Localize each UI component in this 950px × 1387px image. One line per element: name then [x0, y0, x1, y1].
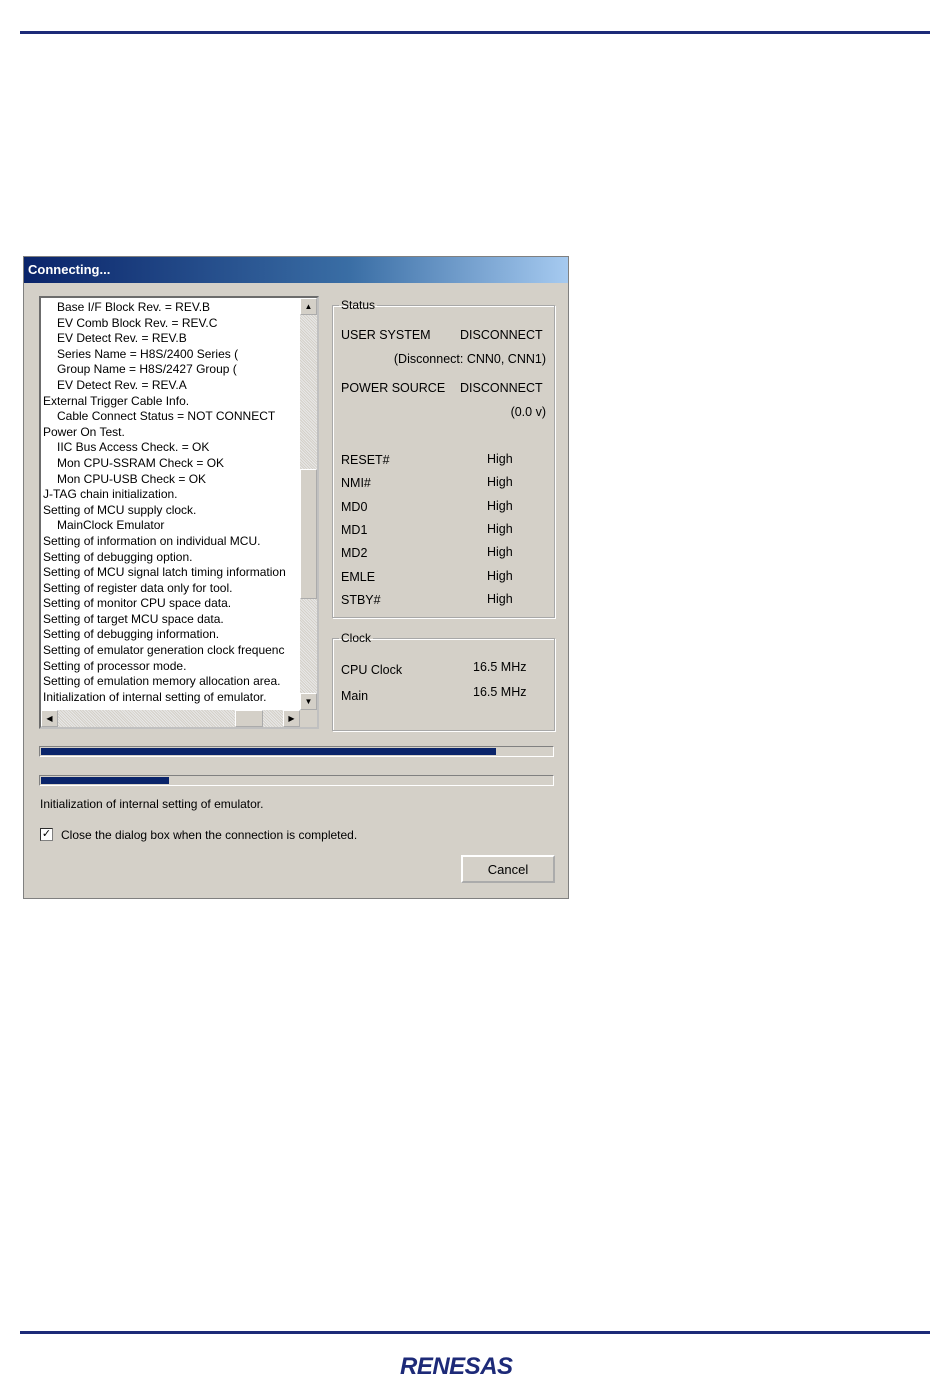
clock-legend: Clock [341, 631, 372, 645]
step-progress-bar [39, 775, 554, 786]
dialog-title: Connecting... [24, 257, 568, 283]
log-line: Setting of monitor CPU space data. [43, 596, 232, 611]
log-line: Setting of processor mode. [43, 658, 187, 673]
log-line: Setting of target MCU space data. [43, 611, 224, 626]
close-when-done-label[interactable]: Close the dialog box when the connection… [61, 828, 357, 842]
signal-value: High [487, 545, 513, 560]
log-horizontal-scrollbar[interactable]: ◀ ▶ [41, 710, 300, 727]
signal-name: MD0 [341, 499, 368, 514]
log-line: Series Name = H8S/2400 Series ( [57, 346, 239, 361]
header-rule [20, 31, 930, 34]
signal-name: NMI# [341, 476, 371, 491]
horizontal-scroll-thumb[interactable] [235, 710, 264, 727]
log-line: Setting of information on individual MCU… [43, 533, 261, 548]
signal-name: STBY# [341, 592, 381, 607]
overall-progress-fill [41, 748, 496, 755]
connection-log[interactable]: Base I/F Block Rev. = REV.B EV Comb Block… [39, 296, 319, 729]
log-line: Mon CPU-SSRAM Check = OK [57, 455, 225, 470]
signal-name: MD2 [341, 546, 368, 561]
log-line: Setting of emulator generation clock fre… [43, 643, 285, 658]
log-vertical-scrollbar[interactable]: ▲ ▼ [300, 298, 317, 710]
log-line: Cable Connect Status = NOT CONNECT [57, 409, 276, 424]
cancel-button[interactable]: Cancel [461, 855, 555, 883]
signal-value: High [487, 568, 513, 583]
log-line: EV Detect Rev. = REV.B [57, 331, 187, 346]
cpu-clock-value: 16.5 MHz [473, 660, 527, 674]
status-message: Initialization of internal setting of em… [40, 797, 264, 811]
scroll-left-icon[interactable]: ◀ [41, 710, 58, 727]
log-line: Setting of debugging option. [43, 549, 193, 564]
signal-value: High [487, 591, 513, 606]
log-line: MainClock Emulator [57, 518, 165, 533]
signal-value: High [487, 498, 513, 513]
check-icon: ✓ [41, 828, 52, 840]
log-line: External Trigger Cable Info. [43, 393, 190, 408]
renesas-logo: RENESAS [400, 1353, 513, 1380]
log-line: Setting of register data only for tool. [43, 580, 233, 595]
log-line: Mon CPU-USB Check = OK [57, 471, 207, 486]
user-system-detail: (Disconnect: CNN0, CNN1) [393, 352, 546, 366]
log-line: Setting of debugging information. [43, 627, 220, 642]
signal-value: High [487, 521, 513, 536]
vertical-scroll-thumb[interactable] [300, 468, 317, 599]
log-line: EV Detect Rev. = REV.A [57, 377, 187, 392]
status-group: Status USER SYSTEM DISCONNECT (Disconnec… [332, 298, 555, 618]
log-line: EV Comb Block Rev. = REV.C [57, 315, 218, 330]
user-system-value: DISCONNECT [460, 328, 543, 342]
log-line: IIC Bus Access Check. = OK [57, 440, 210, 455]
power-source-value: DISCONNECT [460, 381, 543, 395]
signal-name: EMLE [341, 569, 376, 584]
step-progress-fill [41, 777, 169, 784]
main-clock-value: 16.5 MHz [473, 685, 527, 699]
status-legend: Status [341, 298, 376, 312]
log-line: Setting of MCU signal latch timing infor… [43, 565, 286, 580]
clock-group: Clock CPU Clock 16.5 MHz Main 16.5 MHz [332, 631, 555, 731]
connecting-dialog: Connecting... Base I/F Block Rev. = REV.… [23, 256, 569, 899]
scroll-right-icon[interactable]: ▶ [283, 710, 300, 727]
log-line: Base I/F Block Rev. = REV.B [57, 300, 211, 314]
scroll-up-icon[interactable]: ▲ [300, 298, 317, 315]
signal-name: MD1 [341, 522, 368, 537]
power-source-detail: (0.0 v) [510, 405, 546, 419]
log-line: Initialization of internal setting of em… [43, 689, 267, 704]
signal-value: High [487, 452, 513, 466]
close-when-done-checkbox[interactable]: ✓ [40, 828, 53, 841]
log-lines: Base I/F Block Rev. = REV.B EV Comb Block… [43, 300, 298, 708]
overall-progress-bar [39, 746, 554, 757]
log-line: Group Name = H8S/2427 Group ( [57, 362, 237, 377]
log-line: J-TAG chain initialization. [43, 487, 178, 502]
signal-name: RESET# [341, 453, 390, 467]
log-line: Setting of emulation memory allocation a… [43, 674, 281, 689]
main-clock-label: Main [341, 689, 369, 703]
power-source-label: POWER SOURCE [341, 381, 446, 395]
user-system-label: USER SYSTEM [341, 328, 431, 342]
scroll-down-icon[interactable]: ▼ [300, 693, 317, 710]
log-line: Setting of MCU supply clock. [43, 502, 197, 517]
signal-value: High [487, 475, 513, 490]
cpu-clock-label: CPU Clock [341, 663, 403, 677]
scroll-corner [300, 710, 317, 727]
log-line: Power On Test. [43, 424, 125, 439]
footer-rule [20, 1331, 930, 1334]
